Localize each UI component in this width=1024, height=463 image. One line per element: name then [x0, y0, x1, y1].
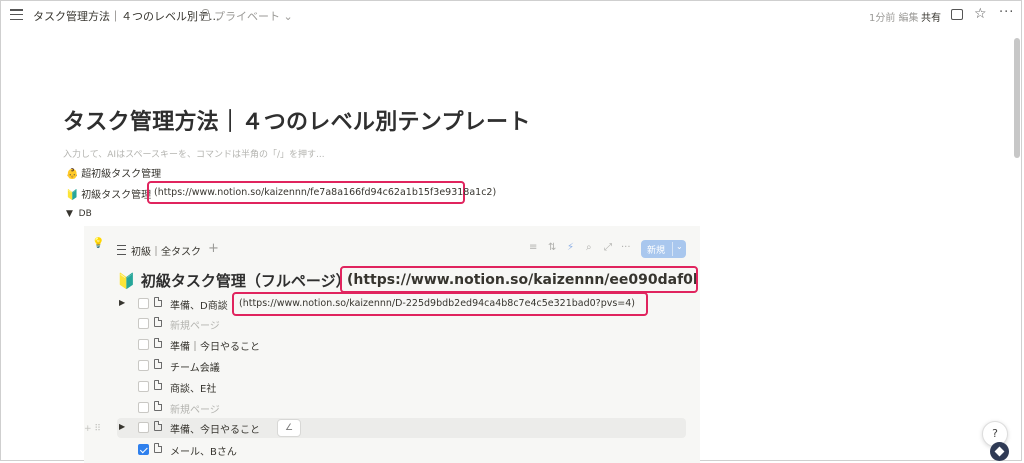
checkbox[interactable] — [138, 381, 149, 392]
page-icon — [154, 317, 162, 327]
table-row[interactable]: 新規ページ — [117, 314, 686, 334]
toggle-label: DB — [78, 209, 92, 219]
page-icon — [154, 443, 162, 453]
filter-icon[interactable]: ≡ — [529, 242, 537, 253]
privacy-label: プライベート — [214, 10, 280, 23]
page-link-label: 超初級タスク管理 — [81, 169, 162, 180]
checkbox[interactable] — [138, 298, 149, 309]
add-view-icon[interactable]: + — [208, 241, 219, 256]
star-icon[interactable]: ☆ — [974, 7, 988, 21]
page-icon — [154, 401, 162, 411]
beginner-mark-icon: 🔰 — [117, 272, 136, 290]
table-row[interactable]: 新規ページ — [117, 398, 686, 418]
search-icon[interactable]: ⌕ — [586, 242, 592, 253]
page-icon — [154, 297, 162, 307]
database-title-label: 初級タスク管理（フルページ） — [140, 272, 351, 290]
lock-icon — [201, 9, 210, 21]
more-icon[interactable]: ··· — [621, 242, 631, 253]
table-row[interactable]: 準備｜今日やること — [117, 335, 686, 355]
url-text: (https://www.notion.so/kaizennn/fe7a8a16… — [154, 187, 497, 198]
block-placeholder[interactable]: 入力して、AIはスペースキーを、コマンドは半角の「/」を押す... — [63, 147, 325, 160]
toggle-arrow-icon[interactable]: ▶ — [119, 298, 125, 307]
page-icon — [154, 338, 162, 348]
lightbulb-icon: 💡 — [92, 238, 105, 249]
view-tab[interactable]: 初級｜全タスク — [117, 243, 201, 258]
row-title: チーム会議 — [170, 363, 220, 374]
table-row[interactable]: メール、Bさん — [117, 440, 686, 460]
checkbox[interactable] — [138, 318, 149, 329]
page-icon — [154, 359, 162, 369]
new-button[interactable]: 新規 ⌄ — [641, 240, 686, 258]
table-row[interactable]: チーム会議 — [117, 356, 686, 376]
page-icon — [154, 380, 162, 390]
toggle-db[interactable]: ▼ DB — [66, 209, 92, 219]
row-title: メール、Bさん — [170, 447, 237, 458]
row-title: 新規ページ — [170, 321, 220, 332]
chevron-down-icon[interactable]: ⌄ — [676, 242, 683, 251]
ai-assistant-icon[interactable] — [990, 442, 1009, 461]
edited-timestamp: 1分前 編集 — [869, 13, 919, 24]
toggle-arrow-icon: ▼ — [66, 209, 73, 219]
checkbox[interactable] — [138, 422, 149, 433]
chevron-down-icon: ⌄ — [283, 10, 293, 23]
drag-handle-icon[interactable]: + ⠿ — [84, 424, 101, 434]
expand-icon[interactable]: ⤢ — [604, 242, 612, 253]
checkbox-checked[interactable] — [138, 444, 149, 455]
checkbox[interactable] — [138, 402, 149, 413]
database-title[interactable]: 🔰 初級タスク管理（フルページ） — [117, 270, 351, 291]
page-icon — [154, 421, 162, 431]
breadcrumb[interactable]: タスク管理方法｜４つのレベル別テ... — [33, 8, 220, 24]
page-link-item[interactable]: 👶 超初級タスク管理 — [66, 165, 161, 180]
page-link-item[interactable]: 🔰 初級タスク管理 — [66, 186, 151, 201]
privacy-dropdown[interactable]: プライベート ⌄ — [201, 8, 293, 24]
page-link-label: 初級タスク管理 — [81, 190, 152, 201]
checkbox[interactable] — [138, 339, 149, 350]
comment-icon[interactable] — [951, 9, 963, 20]
share-button[interactable]: 共有 — [921, 9, 941, 24]
scrollbar[interactable] — [1012, 30, 1022, 460]
page-title[interactable]: タスク管理方法｜４つのレベル別テンプレート — [63, 104, 531, 136]
row-title: 準備、D商談 — [170, 301, 228, 312]
menu-icon[interactable] — [10, 9, 23, 21]
button-divider — [672, 242, 673, 256]
url-highlight: (https://www.notion.so/kaizennn/fe7a8a16… — [147, 181, 497, 204]
row-title: 商談、E社 — [170, 384, 217, 395]
toggle-arrow-icon[interactable]: ▶ — [119, 422, 125, 431]
baby-icon: 👶 — [66, 169, 79, 180]
url-highlight: (https://www.notion.so/kaizennn/D-225d9b… — [232, 292, 648, 316]
list-view-icon — [117, 245, 126, 255]
url-text: (https://www.notion.so/kaizennn/ee090daf… — [347, 272, 698, 288]
view-tab-label: 初級｜全タスク — [131, 247, 201, 258]
row-title: 新規ページ — [170, 405, 220, 416]
edit-icon[interactable]: ∠ — [277, 419, 301, 437]
table-row[interactable]: 商談、E社 — [117, 377, 686, 397]
automation-icon[interactable]: ⚡ — [567, 242, 574, 253]
scrollbar-thumb[interactable] — [1014, 38, 1020, 158]
more-icon[interactable]: ··· — [999, 6, 1013, 21]
url-text: (https://www.notion.so/kaizennn/D-225d9b… — [239, 298, 636, 309]
row-title: 準備｜今日やること — [170, 342, 260, 353]
row-title: 準備、今日やること — [170, 425, 260, 436]
new-button-label: 新規 — [647, 246, 666, 256]
topbar: タスク管理方法｜４つのレベル別テ... プライベート ⌄ 1分前 編集 共有 ☆… — [0, 0, 1024, 30]
table-row[interactable]: ▶ 準備、今日やること ∠ — [117, 418, 686, 438]
beginner-mark-icon: 🔰 — [66, 190, 79, 201]
sort-icon[interactable]: ⇅ — [548, 242, 556, 253]
url-highlight: (https://www.notion.so/kaizennn/ee090daf… — [340, 266, 698, 293]
checkbox[interactable] — [138, 360, 149, 371]
